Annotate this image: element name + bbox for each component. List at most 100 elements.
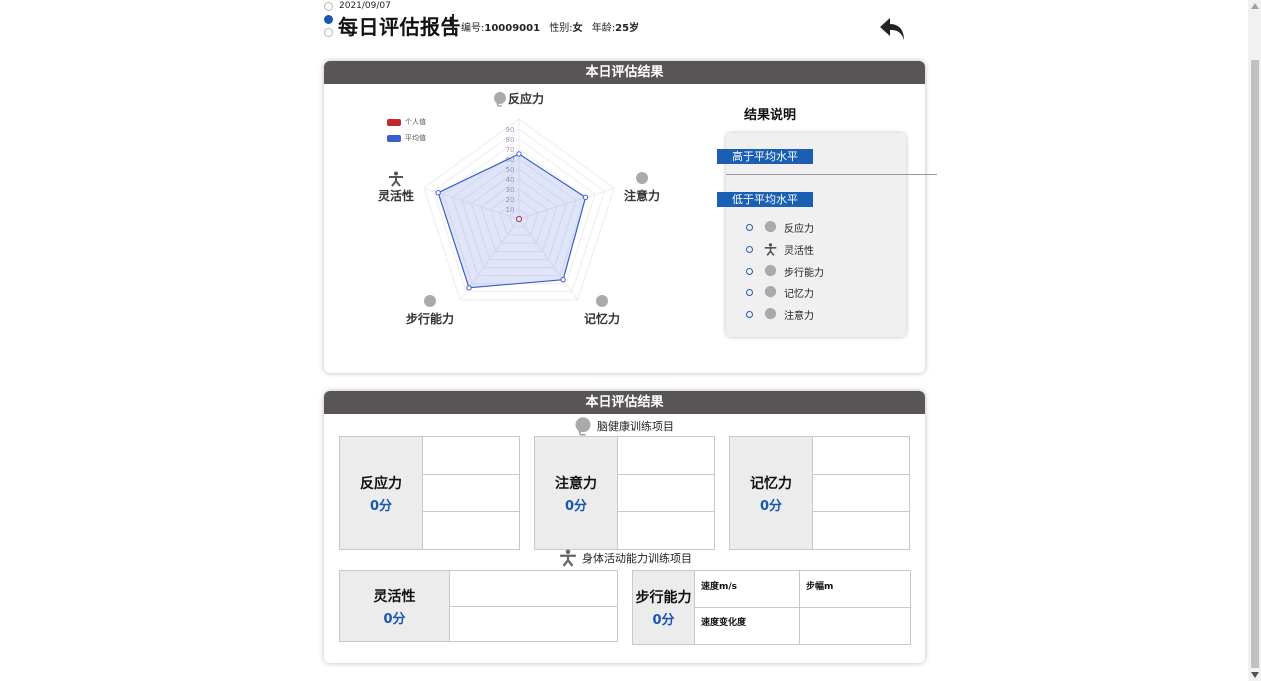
person-icon	[560, 549, 576, 567]
score-value: 0分	[564, 498, 588, 514]
legend-swatch	[387, 134, 401, 142]
score-name: 注意力	[555, 475, 597, 492]
below-item-walking: 步行能力	[746, 264, 824, 279]
axis-label-attention: 注意力	[624, 171, 660, 204]
page-dot-active[interactable]	[324, 15, 333, 24]
page-dot[interactable]	[324, 2, 333, 11]
back-button[interactable]	[878, 16, 908, 42]
title-divider	[452, 14, 454, 34]
above-average-tag: 高于平均水平	[717, 149, 813, 164]
scrollbar-thumb[interactable]	[1251, 60, 1259, 668]
age-value: 25岁	[615, 23, 640, 34]
radar-data-point	[435, 190, 441, 196]
radar-chart: 908070605040302010	[423, 118, 615, 301]
gender-label: 性别:	[549, 23, 573, 34]
below-item-memory: 记忆力	[746, 285, 814, 300]
report-date: 2021/09/07	[339, 1, 391, 11]
score-detail-cell	[813, 437, 909, 475]
brain-icon	[764, 285, 777, 298]
score-name: 步行能力	[635, 590, 692, 606]
score-value: 0分	[369, 498, 393, 514]
metric-stride: 步幅m	[806, 582, 834, 592]
scroll-down-icon[interactable]	[1251, 672, 1259, 678]
page-dot[interactable]	[324, 28, 333, 37]
pagination-dots	[324, 2, 334, 38]
score-name: 记忆力	[750, 475, 792, 492]
score-detail-cell	[813, 474, 909, 512]
radar-data-point	[560, 276, 566, 283]
person-icon	[389, 171, 403, 187]
score-name: 灵活性	[373, 588, 416, 605]
metric-col-divider	[799, 571, 800, 644]
chart-legend: 个人值 平均值	[387, 117, 426, 143]
score-detail-cell	[618, 474, 714, 512]
score-value: 0分	[759, 498, 783, 514]
brain-icon	[424, 295, 436, 307]
brain-icon	[494, 91, 506, 106]
body-section-label: 身体活动能力训练项目	[557, 549, 692, 567]
card-title: 本日评估结果	[324, 61, 925, 84]
brain-icon	[596, 295, 608, 307]
radar-data-point	[516, 151, 522, 157]
user-meta: 编号:10009001 性别:女 年龄:25岁	[461, 19, 645, 34]
axis-label-walking: 步行能力	[406, 294, 454, 327]
training-result-card: 本日评估结果 脑健康训练项目 反应力 0分 注意力 0分 记忆力 0分 身体活动…	[324, 391, 925, 663]
radar-data-point	[582, 194, 589, 201]
legend-item[interactable]: 平均值	[387, 133, 426, 143]
explain-title: 结果说明	[744, 108, 797, 123]
explain-divider	[726, 174, 925, 175]
brain-icon	[636, 172, 648, 184]
score-summary: 步行能力 0分	[633, 571, 695, 644]
score-detail-cell	[423, 474, 519, 512]
radar-tick-label: 90	[506, 126, 515, 134]
score-summary: 反应力 0分	[340, 437, 423, 549]
score-card-memory: 记忆力 0分	[729, 436, 910, 550]
explain-divider-overflow	[925, 174, 937, 175]
back-arrow-icon	[880, 18, 904, 40]
score-card-walking: 步行能力 0分 速度m/s 步幅m 速度变化度	[632, 570, 911, 645]
metric-speed-change: 速度变化度	[701, 618, 747, 628]
below-item-attention: 注意力	[746, 307, 814, 322]
score-name: 反应力	[360, 475, 402, 492]
person-icon	[764, 243, 777, 256]
brain-section-label: 脑健康训练项目	[573, 416, 674, 436]
below-average-tag: 低于平均水平	[717, 192, 813, 207]
brain-icon	[764, 264, 777, 277]
id-value: 10009001	[484, 23, 541, 34]
id-label: 编号:	[461, 23, 485, 34]
radar-tick-label: 70	[506, 146, 515, 154]
axis-label-reaction: 反应力	[492, 90, 544, 107]
brain-icon	[764, 220, 777, 233]
scroll-up-icon[interactable]	[1251, 3, 1259, 9]
brain-icon	[764, 307, 777, 320]
score-summary: 记忆力 0分	[730, 437, 813, 549]
score-summary: 注意力 0分	[535, 437, 618, 549]
gender-value: 女	[572, 23, 583, 34]
vertical-scrollbar[interactable]	[1248, 0, 1261, 681]
age-label: 年龄:	[591, 23, 616, 34]
brain-icon	[575, 417, 591, 436]
score-card-attention: 注意力 0分	[534, 436, 715, 550]
score-summary: 灵活性 0分	[340, 571, 450, 641]
axis-label-memory: 记忆力	[584, 294, 620, 327]
page-title: 每日评估报告	[338, 15, 461, 39]
legend-swatch	[387, 118, 401, 126]
score-detail-cell	[423, 437, 519, 475]
score-value: 0分	[652, 613, 675, 628]
radar-data-point	[466, 285, 472, 291]
score-detail-cell	[618, 437, 714, 475]
radar-series-area	[437, 153, 587, 289]
card-title: 本日评估结果	[324, 391, 925, 414]
radar-tick-label: 80	[506, 136, 515, 144]
score-card-flexibility: 灵活性 0分	[339, 570, 618, 642]
below-item-reaction: 反应力	[746, 220, 814, 235]
score-value: 0分	[383, 611, 406, 627]
score-detail-cell	[450, 571, 617, 607]
daily-result-card: 本日评估结果 908070605040302010 反应力 注意力 记忆力 步行…	[324, 61, 925, 373]
legend-item[interactable]: 个人值	[387, 117, 426, 127]
score-card-reaction: 反应力 0分	[339, 436, 520, 550]
explain-box: 高于平均水平 低于平均水平 反应力 灵活性 步行能力 记忆力 注意力	[717, 133, 925, 337]
metric-speed: 速度m/s	[701, 582, 738, 592]
axis-label-flexibility: 灵活性	[378, 171, 414, 204]
below-item-flexibility: 灵活性	[746, 242, 814, 257]
